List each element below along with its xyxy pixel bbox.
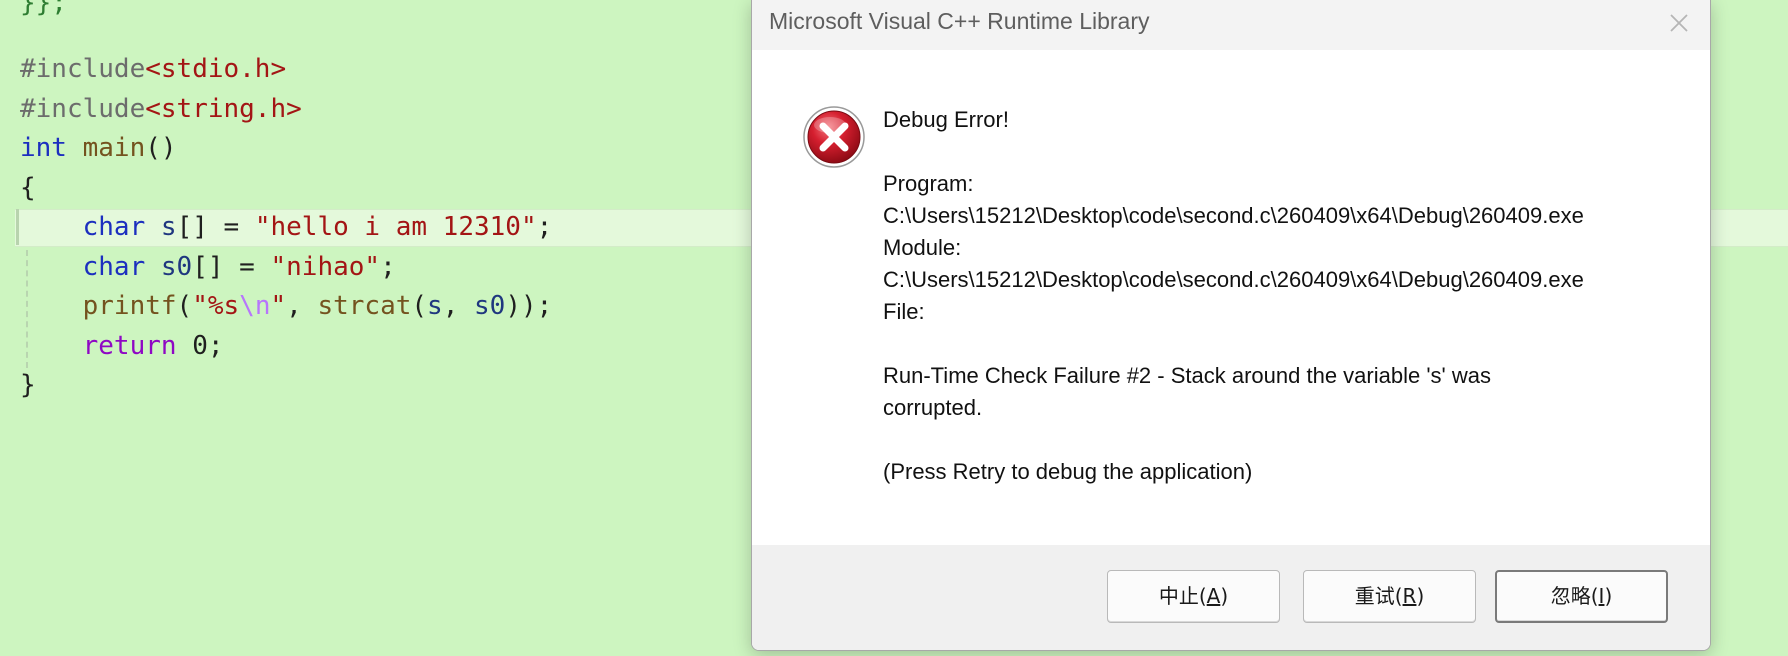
file-label: File: — [883, 299, 925, 324]
code-line[interactable]: } — [20, 366, 552, 406]
close-button[interactable] — [1662, 6, 1696, 40]
code-token: , — [286, 291, 318, 321]
code-token: #include — [20, 93, 146, 124]
code-line[interactable]: int main() — [20, 129, 552, 169]
retry-button[interactable]: 重试(R) — [1303, 570, 1476, 623]
program-path: C:\Users\15212\Desktop\code\second.c\260… — [883, 203, 1584, 228]
retry-hint: (Press Retry to debug the application) — [883, 459, 1253, 484]
code-token: 0 — [192, 330, 208, 361]
source-code[interactable]: #include<stdio.h> #include<string.h> int m… — [20, 50, 552, 406]
code-line[interactable]: char s0[] = "nihao"; — [20, 248, 552, 288]
code-line[interactable]: char s[] = "hello i am 12310"; — [20, 208, 553, 248]
module-path: C:\Users\15212\Desktop\code\second.c\260… — [883, 267, 1584, 292]
code-token: "%s — [192, 291, 240, 321]
code-token: )); — [505, 291, 553, 321]
code-token: [] = — [192, 251, 271, 282]
code-token: ( — [176, 291, 193, 321]
code-token: \n — [239, 291, 271, 321]
code-token: s0 — [474, 291, 506, 321]
code-line[interactable]: { — [20, 169, 552, 209]
ignore-button[interactable]: 忽略(I) — [1495, 570, 1668, 623]
dialog-button-bar: 中止(A) 重试(R) 忽略(I) — [752, 545, 1710, 650]
module-label: Module: — [883, 235, 962, 260]
code-token: char — [82, 212, 146, 242]
code-token: int — [20, 133, 67, 163]
program-label: Program: — [883, 171, 974, 196]
code-token: char — [82, 251, 146, 282]
code-token: s — [160, 212, 177, 242]
code-token: , — [442, 291, 474, 321]
code-line[interactable]: return 0; — [20, 327, 552, 367]
code-line[interactable]: #include<string.h> — [20, 90, 552, 130]
code-token: s0 — [160, 251, 193, 282]
code-token: #include — [20, 54, 146, 84]
failure-text-line1: Run-Time Check Failure #2 - Stack around… — [883, 363, 1491, 388]
code-token: strcat — [317, 291, 412, 321]
close-icon — [1670, 14, 1688, 32]
code-line[interactable]: #include<stdio.h> — [20, 50, 552, 90]
error-heading: Debug Error! — [883, 107, 1009, 132]
code-token: () — [145, 133, 177, 163]
code-token: return — [82, 330, 177, 361]
code-token: "hello i am 12310" — [254, 212, 537, 242]
current-line-marker — [16, 209, 19, 245]
code-token: ( — [411, 291, 428, 321]
code-token: ; — [207, 330, 224, 361]
code-token: printf — [82, 291, 177, 321]
failure-text-line2: corrupted. — [883, 395, 983, 420]
code-token: <string.h> — [145, 93, 302, 124]
code-token: { — [20, 172, 36, 203]
code-token: <stdio.h> — [145, 54, 287, 84]
code-token: ; — [536, 212, 553, 242]
code-line[interactable]: printf("%s\n", strcat(s, s0)); — [20, 287, 553, 327]
abort-button[interactable]: 中止(A) — [1107, 570, 1280, 623]
code-token: " — [270, 291, 287, 321]
dialog-titlebar[interactable]: Microsoft Visual C++ Runtime Library — [752, 0, 1710, 50]
code-token: main — [82, 133, 146, 163]
error-message: Debug Error! Program: C:\Users\15212\Des… — [883, 104, 1683, 488]
code-token: [] = — [176, 212, 255, 242]
code-token: "nihao" — [270, 251, 381, 282]
code-token: } — [20, 370, 36, 400]
code-token: ; — [380, 251, 396, 282]
error-x-icon — [803, 106, 865, 168]
code-token: s — [427, 291, 443, 321]
code-line-partial: }}; — [20, 0, 67, 18]
dialog-title: Microsoft Visual C++ Runtime Library — [769, 8, 1150, 34]
runtime-error-dialog: Microsoft Visual C++ Runtime Library Deb… — [751, 0, 1711, 651]
